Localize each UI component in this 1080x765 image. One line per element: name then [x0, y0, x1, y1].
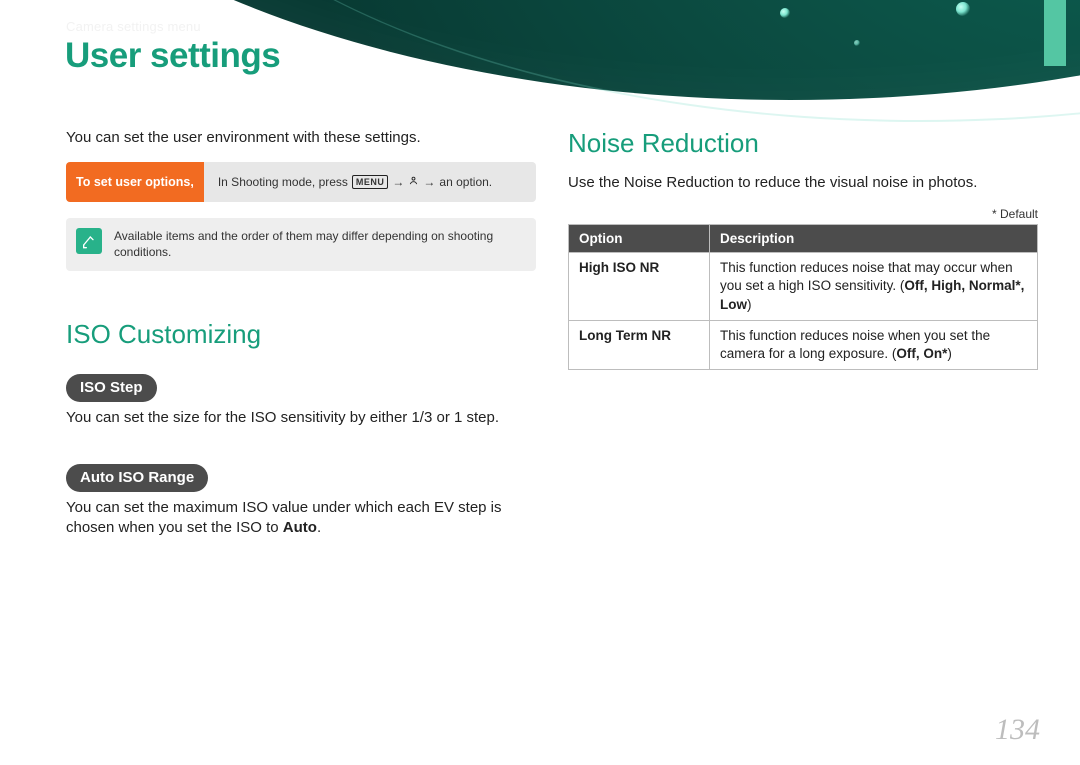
arrow-right-icon: → [423, 175, 435, 189]
iso-step-text: You can set the size for the ISO sensiti… [66, 408, 536, 428]
user-settings-icon [408, 175, 419, 189]
option-description: This function reduces noise when you set… [710, 320, 1038, 369]
iso-step-pill: ISO Step [66, 374, 157, 402]
noise-reduction-table: Option Description High ISO NR This func… [568, 224, 1038, 370]
arrow-right-icon: → [392, 175, 404, 189]
table-row: Long Term NR This function reduces noise… [569, 320, 1038, 369]
callout-pre-text: In Shooting mode, press [218, 175, 348, 189]
noise-reduction-heading: Noise Reduction [568, 128, 1038, 159]
page-number: 134 [995, 713, 1040, 747]
auto-iso-range-text: You can set the maximum ISO value under … [66, 498, 536, 539]
default-note: * Default [568, 207, 1038, 221]
table-header-option: Option [569, 225, 710, 253]
callout-post-text: an option. [439, 175, 492, 189]
option-description: This function reduces noise that may occ… [710, 253, 1038, 321]
option-name: Long Term NR [569, 320, 710, 369]
iso-customizing-heading: ISO Customizing [66, 319, 536, 350]
note-text: Available items and the order of them ma… [114, 228, 522, 260]
section-tab-marker [1044, 0, 1066, 66]
noise-reduction-intro: Use the Noise Reduction to reduce the vi… [568, 173, 1038, 193]
callout-label: To set user options, [66, 162, 204, 202]
note-icon [76, 228, 102, 254]
note-box: Available items and the order of them ma… [66, 218, 536, 270]
table-row: High ISO NR This function reduces noise … [569, 253, 1038, 321]
option-name: High ISO NR [569, 253, 710, 321]
auto-iso-range-pill: Auto ISO Range [66, 464, 208, 492]
intro-text: You can set the user environment with th… [66, 128, 536, 148]
menu-button-icon: MENU [352, 175, 389, 189]
page-title: User settings [65, 36, 280, 76]
set-user-options-callout: To set user options, In Shooting mode, p… [66, 162, 536, 202]
callout-instruction: In Shooting mode, press MENU → → an opti… [204, 162, 536, 202]
table-header-description: Description [710, 225, 1038, 253]
breadcrumb: Camera settings menu [66, 19, 201, 34]
